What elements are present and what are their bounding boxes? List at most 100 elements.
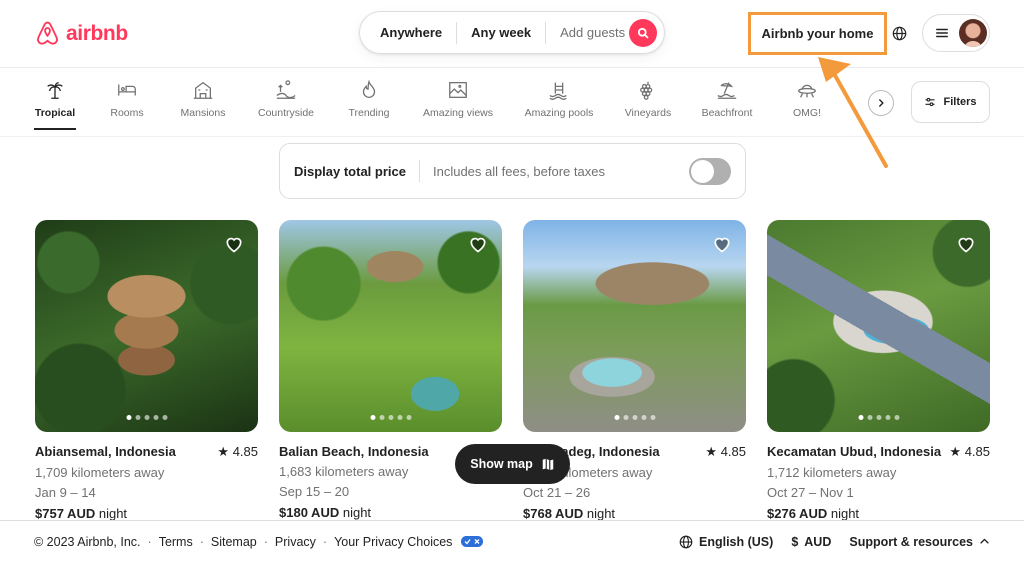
category-label: Mansions (180, 107, 226, 119)
category-label: Rooms (110, 107, 144, 119)
photo-carousel-dots (614, 415, 655, 420)
listing-price-unit: night (98, 506, 128, 521)
airbnb-logo[interactable]: airbnb (34, 19, 128, 48)
airbnb-logo-icon (37, 21, 58, 45)
category-label: OMG! (793, 107, 821, 119)
listing-price-amount: $276 AUD (767, 506, 828, 521)
listing-location: Balian Beach, Indonesia (279, 444, 429, 459)
search-divider (456, 21, 458, 44)
listing-price-unit: night (830, 506, 860, 521)
globe-icon (679, 535, 693, 548)
currency-label: AUD (804, 534, 832, 549)
listing-price-unit: night (586, 506, 616, 521)
display-total-price-panel: Display total price Includes all fees, b… (279, 143, 746, 199)
category-bar: Tropical Rooms Mansions Countryside Tren… (0, 69, 1024, 137)
listing-rating-value: 4.85 (964, 444, 990, 459)
category-amazing-pools[interactable]: Amazing pools (521, 79, 597, 127)
heart-favorite-icon[interactable] (468, 234, 488, 254)
category-beachfront[interactable]: Beachfront (698, 79, 756, 127)
search-when[interactable]: Any week (471, 25, 531, 40)
show-map-label: Show map (470, 457, 533, 471)
listing-distance: 1,712 kilometers away (767, 465, 897, 480)
language-label: English (US) (699, 534, 774, 549)
footer-link-sitemap[interactable]: Sitemap (211, 535, 257, 549)
category-label: Trending (348, 107, 390, 119)
category-label: Amazing pools (524, 107, 594, 119)
listing-price: $757 AUD night (35, 506, 258, 521)
flame-icon (362, 79, 376, 98)
listing-rating: ★ 4.85 (949, 444, 990, 460)
picture-frame-icon (449, 82, 467, 98)
listing-photo[interactable] (523, 220, 746, 432)
search-guests[interactable]: Add guests (560, 25, 625, 40)
category-label: Tropical (34, 107, 76, 119)
language-globe-button[interactable] (888, 22, 910, 44)
category-tropical[interactable]: Tropical (34, 79, 76, 130)
heart-favorite-icon[interactable] (956, 234, 976, 254)
show-map-button[interactable]: Show map (455, 444, 570, 484)
footer: © 2023 Airbnb, Inc. · Terms · Sitemap · … (0, 520, 1024, 562)
listing-price: $180 AUD night (279, 505, 502, 520)
listing-dates: Sep 15 – 20 (279, 484, 350, 499)
category-mansions[interactable]: Mansions (176, 79, 230, 127)
listing-photo[interactable] (279, 220, 502, 432)
ufo-icon (798, 84, 816, 98)
search-where[interactable]: Anywhere (380, 25, 442, 40)
listing-price-amount: $180 AUD (279, 505, 340, 520)
chevron-right-icon (879, 99, 884, 107)
sliders-icon (925, 97, 935, 107)
listing-rating: ★ 4.85 (705, 444, 746, 460)
footer-link-privacy-choices[interactable]: Your Privacy Choices (334, 535, 452, 549)
listing-photo[interactable] (767, 220, 990, 432)
chevron-up-icon (980, 538, 989, 544)
footer-separator: · (199, 534, 204, 549)
photo-carousel-dots (370, 415, 411, 420)
category-label: Countryside (257, 107, 315, 119)
currency-selector[interactable]: $ AUD (791, 535, 831, 549)
star-icon: ★ (705, 444, 718, 459)
footer-link-privacy[interactable]: Privacy (275, 535, 316, 549)
star-icon: ★ (217, 444, 230, 459)
search-bar[interactable]: Anywhere Any week Add guests (359, 11, 665, 54)
category-vineyards[interactable]: Vineyards (622, 79, 674, 127)
category-label: Beachfront (701, 107, 753, 119)
listing-price: $768 AUD night (523, 506, 746, 521)
user-menu-button[interactable] (922, 14, 990, 52)
filters-button[interactable]: Filters (911, 81, 990, 123)
categories-next-button[interactable] (868, 90, 894, 116)
listing-dates: Oct 21 – 26 (523, 485, 591, 500)
listing-location: Abiansemal, Indonesia (35, 444, 176, 459)
category-amazing-views[interactable]: Amazing views (420, 79, 496, 127)
grapes-icon (640, 81, 653, 100)
footer-separator: · (322, 534, 328, 549)
airbnb-wordmark: airbnb (66, 21, 128, 45)
listing-price-amount: $768 AUD (523, 506, 584, 521)
countryside-icon (276, 80, 296, 99)
category-rooms[interactable]: Rooms (106, 79, 148, 127)
listing-card[interactable]: Abiansemal, Indonesia ★ 4.85 1,709 kilom… (35, 220, 258, 521)
category-trending[interactable]: Trending (346, 79, 392, 127)
support-resources-button[interactable]: Support & resources (849, 535, 990, 549)
airbnb-your-home-button[interactable]: Airbnb your home (748, 12, 887, 55)
total-price-toggle[interactable] (689, 158, 731, 185)
search-button[interactable] (629, 19, 657, 47)
category-countryside[interactable]: Countryside (255, 79, 317, 127)
map-icon (542, 458, 553, 471)
mansion-icon (193, 81, 213, 99)
listing-photo[interactable] (35, 220, 258, 432)
search-divider (545, 21, 547, 44)
listing-card[interactable]: Kecamatan Ubud, Indonesia ★ 4.85 1,712 k… (767, 220, 990, 521)
filters-label: Filters (943, 96, 977, 108)
heart-favorite-icon[interactable] (712, 234, 732, 254)
support-label: Support & resources (849, 534, 973, 549)
footer-link-terms[interactable]: Terms (159, 535, 193, 549)
palm-tree-icon (47, 82, 63, 99)
star-icon: ★ (949, 444, 962, 459)
heart-favorite-icon[interactable] (224, 234, 244, 254)
listing-price-amount: $757 AUD (35, 506, 96, 521)
photo-carousel-dots (126, 415, 167, 420)
category-omg[interactable]: OMG! (788, 79, 826, 127)
search-icon (637, 27, 649, 39)
language-selector[interactable]: English (US) (679, 535, 773, 549)
listing-rating: ★ 4.85 (217, 444, 258, 460)
